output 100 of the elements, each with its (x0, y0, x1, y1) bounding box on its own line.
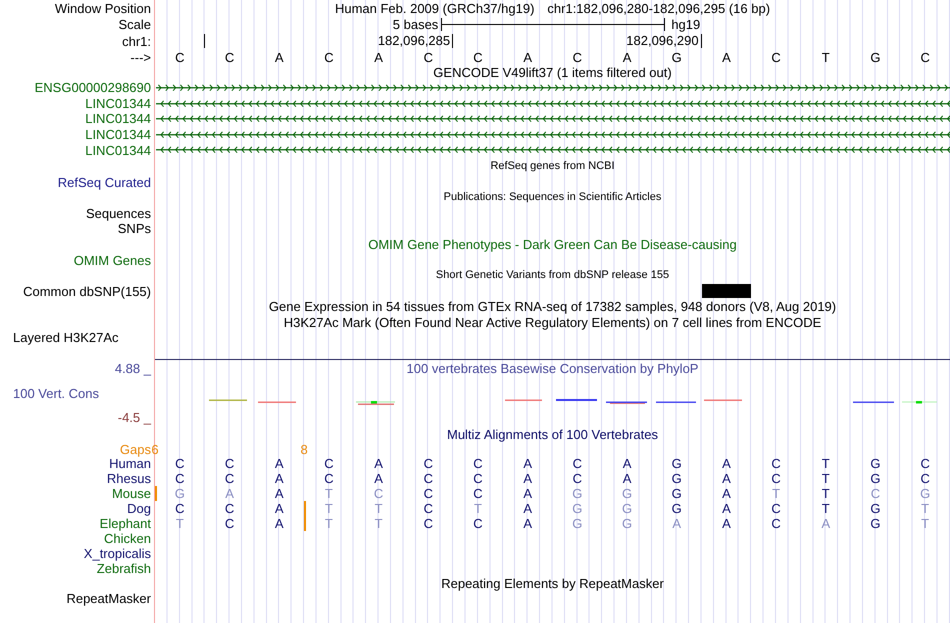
base-letter: T (324, 502, 333, 515)
base-letter: A (722, 502, 731, 515)
base-letter: G (870, 456, 881, 470)
assembly-name: hg19 (671, 18, 700, 30)
gene-label[interactable]: ENSG00000298690 (34, 81, 151, 94)
base-letter: C (771, 516, 781, 530)
base-letter: A (274, 456, 284, 470)
base-letter: C (572, 51, 582, 64)
species-label[interactable]: Elephant (100, 516, 151, 530)
base-letter: A (722, 456, 731, 470)
base-letter: A (622, 51, 632, 64)
base-letter: A (523, 472, 532, 485)
track-title: Repeating Elements by RepeatMasker (441, 577, 664, 590)
base-letter: C (473, 486, 483, 500)
base-letter: G (870, 51, 881, 64)
base-letter: C (473, 472, 483, 485)
track-label: Gaps (120, 443, 151, 456)
species-label[interactable]: Zebrafish (96, 562, 151, 575)
base-letter: C (473, 456, 483, 470)
track-label[interactable]: Sequences (86, 206, 151, 220)
species-label[interactable]: Rhesus (106, 472, 151, 485)
species-label[interactable]: X_tropicalis (84, 546, 151, 560)
species-label[interactable]: Human (109, 456, 151, 470)
track-label[interactable]: OMIM Genes (74, 254, 151, 268)
base-letter: A (374, 51, 383, 64)
base-letter: T (324, 486, 333, 500)
base-letter: T (772, 486, 780, 500)
base-letter: G (572, 486, 582, 500)
base-letter: C (771, 456, 781, 470)
base-letter: A (523, 51, 532, 64)
track-label[interactable]: Layered H3K27Ac (13, 331, 119, 344)
base-letter: T (474, 502, 482, 515)
ruler-tick (204, 34, 205, 48)
base-letter: C (424, 502, 433, 515)
base-letter: C (870, 486, 880, 500)
base-letter: G (174, 486, 185, 500)
track-label[interactable]: SNPs (118, 222, 151, 235)
base-letter: G (870, 472, 881, 485)
base-letter: C (572, 456, 582, 470)
base-letter: G (870, 516, 881, 530)
base-letter: C (473, 51, 483, 64)
base-letter: A (722, 472, 731, 485)
ruler-label: ---> (130, 51, 151, 64)
gene-label[interactable]: LINC01344 (85, 96, 151, 110)
base-letter: G (672, 502, 682, 515)
base-letter: C (175, 456, 185, 470)
base-letter: T (822, 456, 830, 470)
base-letter: C (424, 472, 433, 485)
coordinate-label: 182,096,285 (378, 34, 454, 48)
base-letter: A (274, 51, 284, 64)
base-letter: A (523, 456, 532, 470)
gap-count: 6 (151, 444, 159, 456)
base-letter: T (921, 516, 930, 530)
ruler-label: chr1: (122, 34, 151, 48)
base-letter: T (822, 472, 830, 485)
base-letter: C (324, 472, 334, 485)
base-letter: C (175, 51, 185, 64)
track-label[interactable]: RepeatMasker (66, 592, 151, 606)
track-title: OMIM Gene Phenotypes - Dark Green Can Be Disease-causing (368, 238, 737, 252)
base-letter: T (822, 486, 830, 500)
base-letter: G (870, 502, 881, 515)
base-letter: C (175, 472, 185, 485)
base-letter: A (523, 502, 532, 515)
track-label[interactable]: 100 Vert. Cons (13, 387, 99, 400)
variant-feature[interactable] (702, 284, 752, 298)
base-letter: G (672, 472, 682, 485)
track-label[interactable]: Common dbSNP(155) (23, 284, 151, 298)
base-letter: G (672, 456, 682, 470)
track-label[interactable]: RefSeq Curated (58, 176, 151, 190)
conservation-bar (902, 400, 937, 404)
base-letter: A (722, 51, 731, 64)
species-label[interactable]: Mouse (112, 486, 151, 500)
base-letter: A (374, 456, 383, 470)
base-letter: T (374, 516, 383, 530)
base-letter: C (473, 516, 483, 530)
gene-label[interactable]: LINC01344 (85, 144, 151, 157)
base-letter: A (274, 472, 284, 485)
gene-label[interactable]: LINC01344 (85, 112, 151, 126)
base-letter: C (771, 502, 781, 515)
base-letter: T (324, 516, 333, 530)
base-letter: C (224, 502, 234, 515)
base-letter: C (572, 472, 582, 485)
species-label[interactable]: Chicken (104, 532, 151, 545)
base-letter: C (424, 516, 433, 530)
base-letter: C (224, 516, 234, 530)
base-letter: A (225, 486, 234, 500)
base-letter: A (274, 502, 284, 515)
base-letter: G (622, 486, 632, 500)
base-letter: T (921, 502, 930, 515)
base-letter: T (176, 516, 184, 530)
base-letter: G (672, 51, 682, 64)
conservation-bar (556, 398, 597, 401)
base-letter: A (722, 486, 731, 500)
track-title: 100 vertebrates Basewise Conservation by PhyloP (406, 362, 698, 376)
species-label[interactable]: Dog (127, 502, 151, 515)
conservation-bar (356, 400, 395, 405)
ruler-label: Scale (118, 18, 151, 30)
gene-label[interactable]: LINC01344 (85, 128, 151, 142)
base-letter: G (920, 486, 930, 500)
base-letter: C (324, 456, 334, 470)
